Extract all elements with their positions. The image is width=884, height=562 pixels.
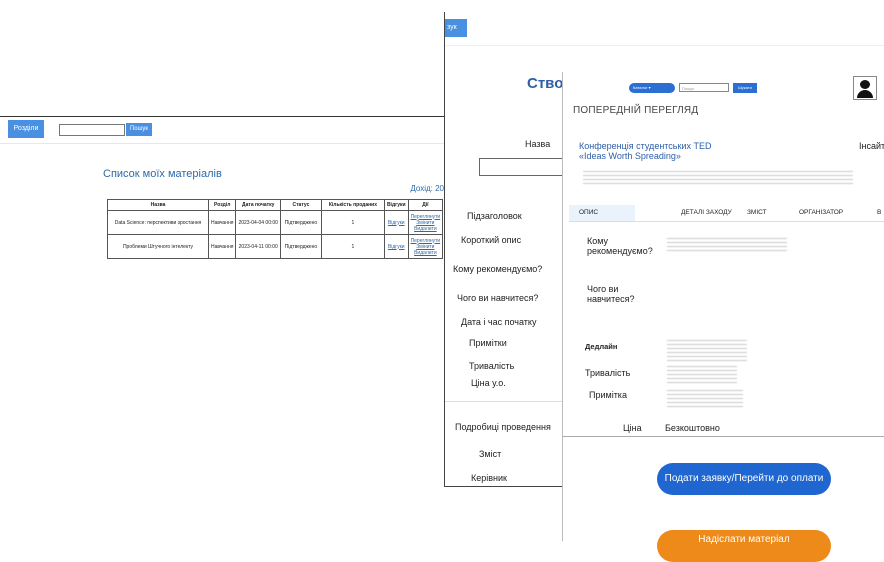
organizer-name: Інсайт bbox=[859, 141, 884, 151]
price-label: Ціна у.о. bbox=[471, 378, 506, 388]
cell-sold: 1 bbox=[320, 210, 385, 235]
price-label: Ціна bbox=[623, 423, 642, 433]
table-header-row: Назва Розділ Дата початку Статус Кількіс… bbox=[107, 199, 444, 211]
recommend-label: Кому рекомендуємо? bbox=[453, 264, 543, 274]
materials-table: Назва Розділ Дата початку Статус Кількіс… bbox=[107, 199, 444, 259]
learn-label: Чого ви навчитеся? bbox=[587, 284, 635, 304]
cell-status: Підтверджено bbox=[279, 210, 322, 235]
column-header-start-date: Дата початку bbox=[235, 199, 281, 211]
column-header-name: Назва bbox=[107, 199, 209, 211]
duration-label: Тривалість bbox=[585, 368, 631, 378]
content-label: Зміст bbox=[479, 449, 502, 459]
catalog-button[interactable]: Каталог ▾ bbox=[629, 83, 675, 93]
view-link[interactable]: Переглянути bbox=[411, 214, 441, 220]
preview-window: Каталог ▾ Пошук Шукати ПОПЕРЕДНІЙ ПЕРЕГЛ… bbox=[562, 72, 884, 562]
tab-description[interactable]: ОПИС bbox=[569, 205, 635, 221]
login-button[interactable]: зук bbox=[445, 19, 467, 37]
tab-event-details[interactable]: ДЕТАЛІ ЗАХОДУ bbox=[681, 205, 732, 221]
cell-name: Проблеми Штучного інтелекту bbox=[107, 234, 209, 259]
catalog-label: Каталог bbox=[633, 85, 648, 90]
cell-start-date: 2023-04-04 00:00 bbox=[235, 210, 281, 235]
reviews-link[interactable]: Відгуки bbox=[387, 220, 406, 226]
notes-label: Примітки bbox=[469, 338, 507, 348]
recommend-blurred bbox=[667, 238, 787, 252]
price-divider bbox=[563, 436, 884, 437]
preview-title: ПОПЕРЕДНІЙ ПЕРЕГЛЯД bbox=[573, 105, 699, 116]
recommend-label: Кому рекомендуємо? bbox=[587, 236, 653, 256]
tab-more[interactable]: В bbox=[877, 205, 881, 221]
apply-button[interactable]: Подати заявку/Перейти до оплати bbox=[657, 463, 831, 495]
tab-organizer[interactable]: ОРГАНІЗАТОР bbox=[799, 205, 843, 221]
delete-link[interactable]: Видалити bbox=[411, 250, 441, 256]
cell-section: Навчання bbox=[207, 210, 237, 235]
name-label: Назва bbox=[525, 139, 551, 149]
preview-search-input[interactable]: Пошук bbox=[679, 83, 729, 92]
user-icon-head bbox=[860, 80, 870, 89]
cell-actions: Переглянути Змінити Видалити bbox=[407, 234, 444, 259]
deadline-blurred bbox=[667, 340, 747, 362]
short-desc-label: Короткий опис bbox=[461, 235, 522, 245]
section-divider bbox=[445, 401, 565, 402]
details-label: Подробиці проведення bbox=[455, 422, 551, 432]
avatar[interactable] bbox=[853, 76, 877, 100]
page-title: Список моїх матеріалів bbox=[103, 168, 222, 180]
cell-reviews: Відгуки bbox=[383, 210, 409, 235]
manager-label: Керівник bbox=[471, 473, 507, 483]
conference-title[interactable]: Конференція студентських TED «Ideas Wort… bbox=[579, 141, 739, 161]
income-label: Дохід: 20 bbox=[410, 184, 444, 193]
cell-section: Навчання bbox=[207, 234, 237, 259]
column-header-sold: Кількість проданих bbox=[320, 199, 385, 211]
cell-actions: Переглянути Змінити Видалити bbox=[407, 210, 444, 235]
note-label: Примітка bbox=[589, 390, 627, 400]
send-material-button[interactable]: Надіслати матеріал bbox=[657, 530, 831, 562]
delete-link[interactable]: Видалити bbox=[411, 226, 441, 232]
column-header-actions: Дії bbox=[407, 199, 444, 211]
cell-sold: 1 bbox=[320, 234, 385, 259]
price-value: Безкоштовно bbox=[665, 423, 720, 433]
preview-tabs: ОПИС ДЕТАЛІ ЗАХОДУ ЗМІСТ ОРГАНІЗАТОР В bbox=[569, 205, 884, 222]
tab-contents[interactable]: ЗМІСТ bbox=[747, 205, 767, 221]
duration-blurred bbox=[667, 366, 737, 386]
create-title: Ство bbox=[527, 75, 564, 92]
user-icon-body bbox=[857, 90, 873, 98]
sections-button[interactable]: Розділи bbox=[8, 120, 44, 138]
cell-status: Підтверджено bbox=[279, 234, 322, 259]
note-blurred bbox=[667, 390, 743, 410]
search-input[interactable] bbox=[59, 124, 125, 136]
header-divider bbox=[445, 45, 884, 46]
duration-label: Тривалість bbox=[469, 361, 515, 371]
start-label: Дата і час початку bbox=[461, 317, 537, 327]
view-link[interactable]: Переглянути bbox=[411, 238, 441, 244]
learn-label: Чого ви навчитеся? bbox=[457, 293, 539, 303]
subtitle-label: Підзаголовок bbox=[467, 211, 522, 221]
table-row: Проблеми Штучного інтелекту Навчання 202… bbox=[107, 234, 444, 259]
column-header-section: Розділ bbox=[207, 199, 237, 211]
column-header-reviews: Відгуки bbox=[383, 199, 409, 211]
cell-start-date: 2023-04-11 00:00 bbox=[235, 234, 281, 259]
cell-name: Data Science: перспективи зростання bbox=[107, 210, 209, 235]
preview-search-button[interactable]: Шукати bbox=[733, 83, 757, 93]
description-blurred bbox=[583, 171, 853, 185]
reviews-link[interactable]: Відгуки bbox=[387, 244, 406, 250]
top-bar: Розділи Пошук bbox=[0, 117, 448, 144]
my-materials-window: Розділи Пошук Список моїх матеріалів Дох… bbox=[0, 116, 448, 542]
column-header-status: Статус bbox=[279, 199, 322, 211]
search-button[interactable]: Пошук bbox=[126, 123, 152, 136]
cell-reviews: Відгуки bbox=[383, 234, 409, 259]
table-row: Data Science: перспективи зростання Навч… bbox=[107, 210, 444, 235]
deadline-label: Дедлайн bbox=[585, 342, 618, 351]
name-input[interactable] bbox=[479, 158, 570, 176]
preview-header: Каталог ▾ Пошук Шукати bbox=[563, 72, 884, 102]
